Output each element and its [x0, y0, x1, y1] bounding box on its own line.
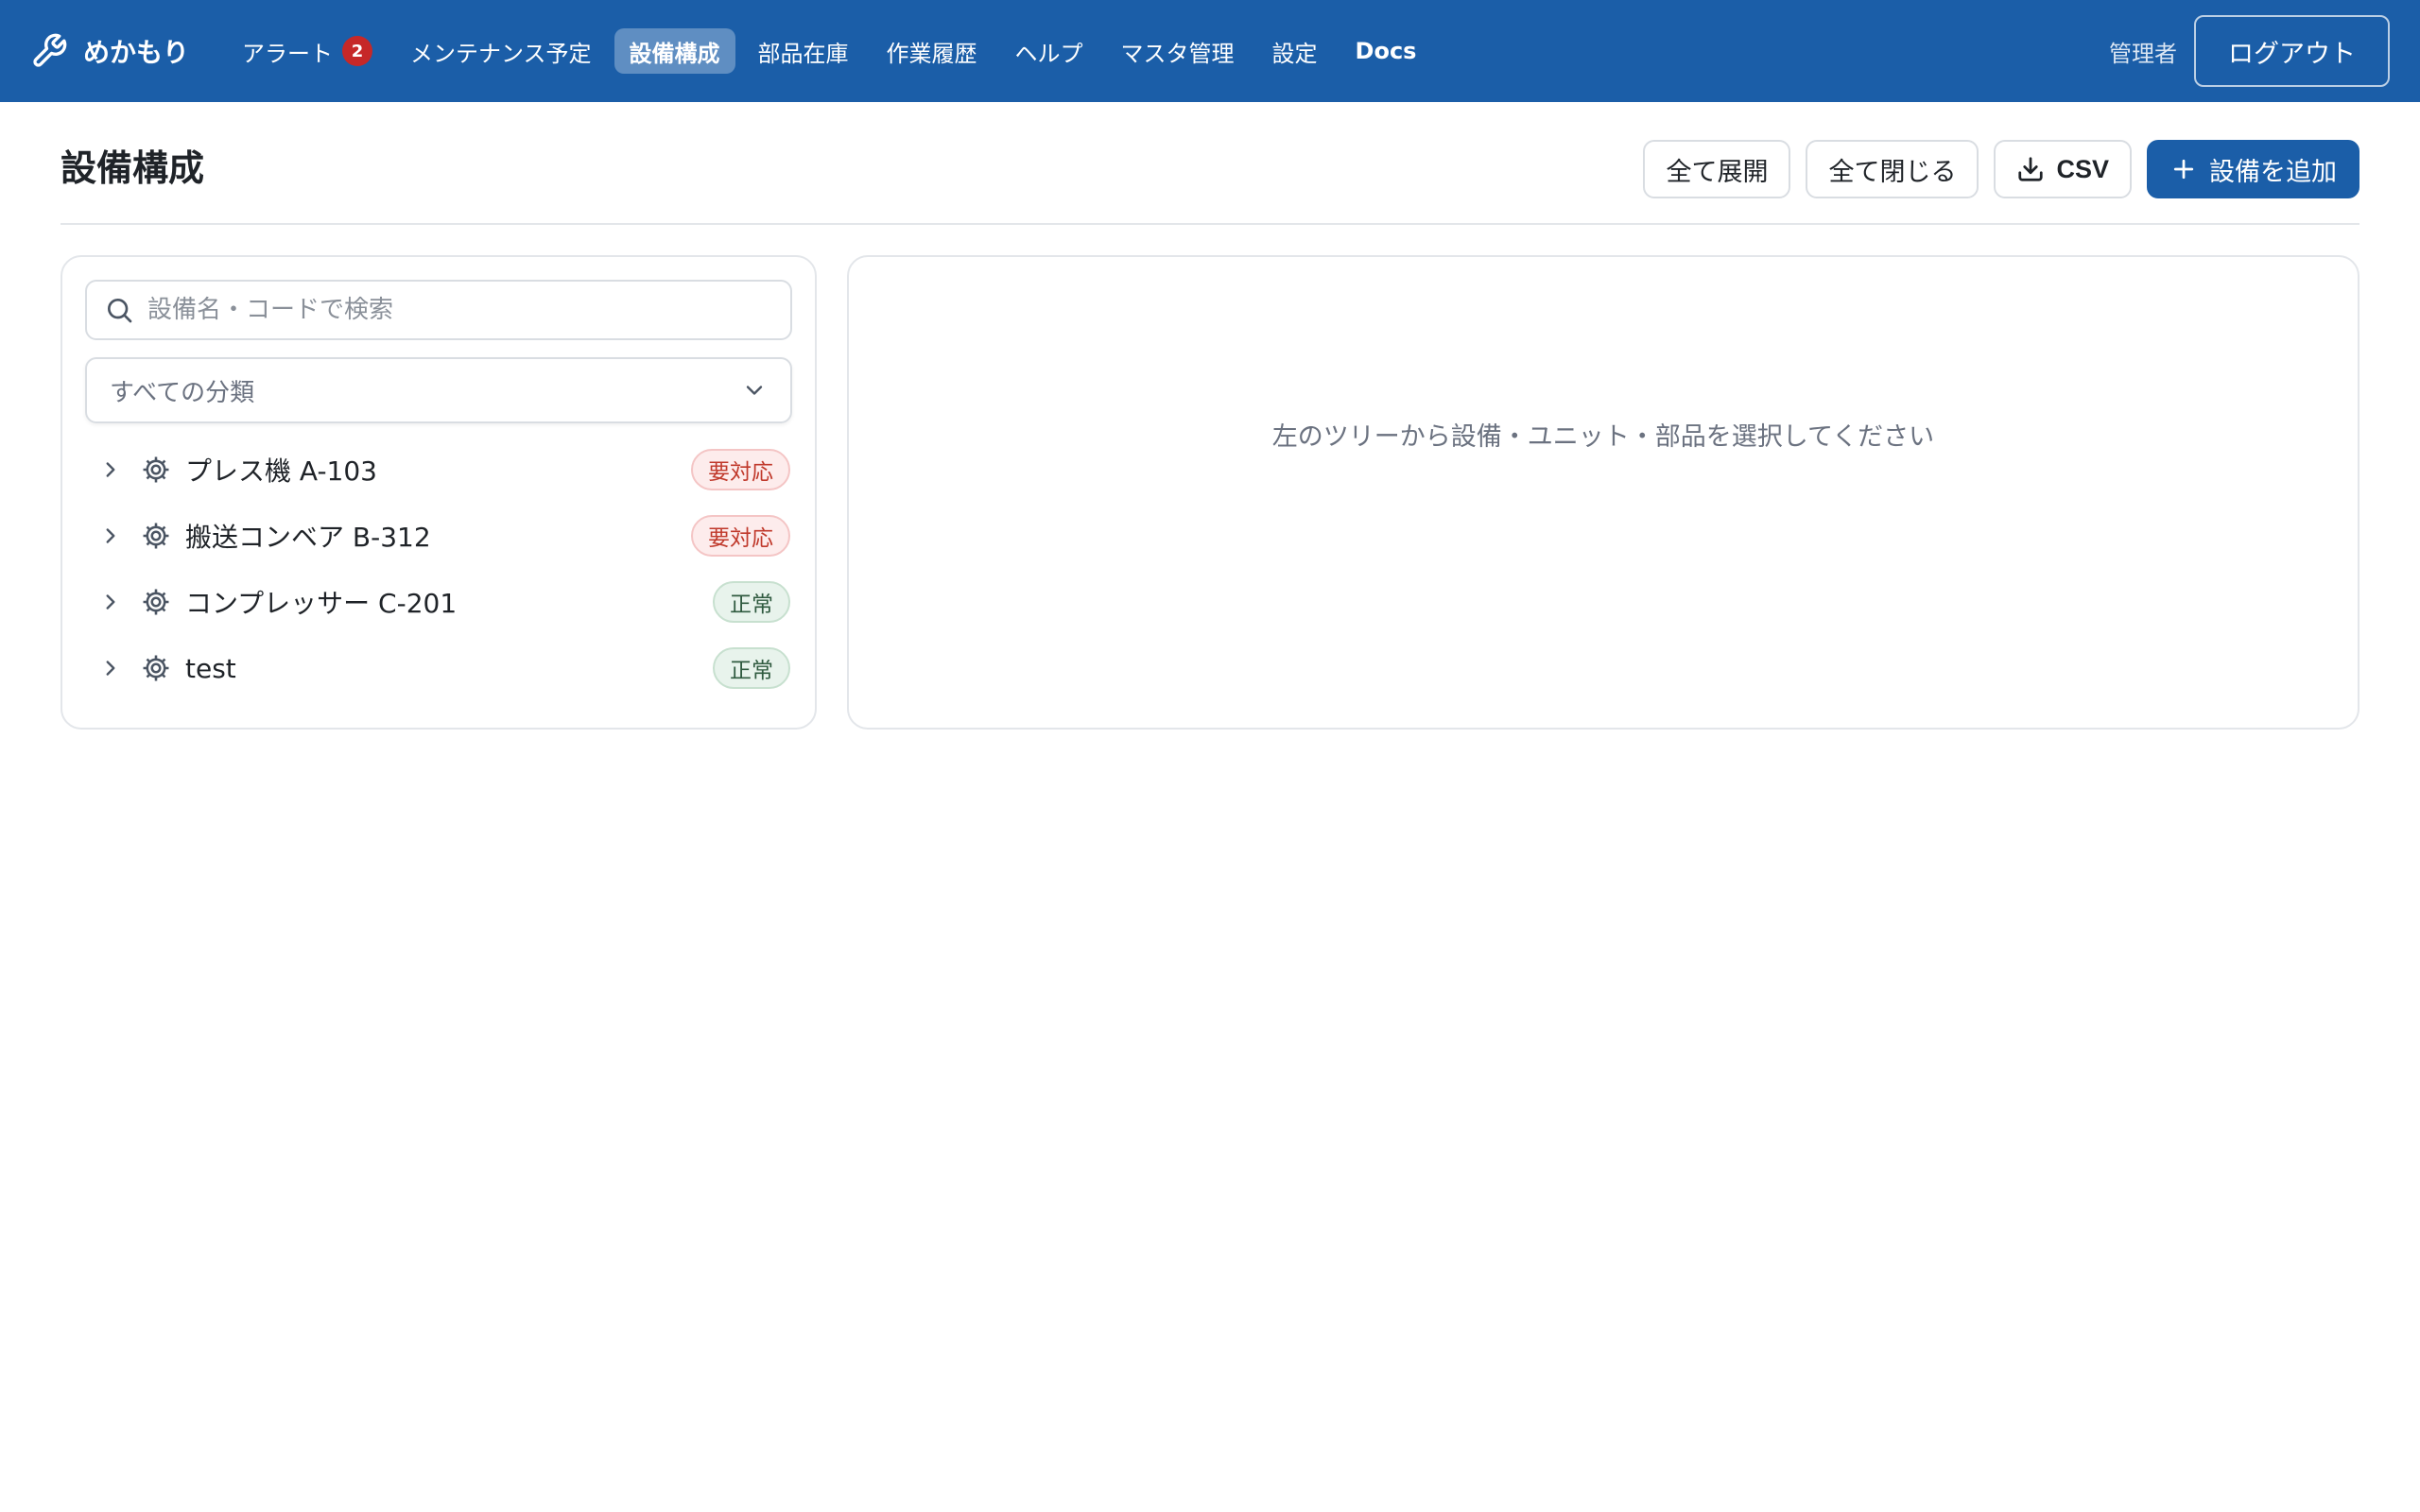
- category-filter-select[interactable]: すべての分類: [85, 357, 792, 423]
- nav-docs[interactable]: Docs: [1340, 28, 1432, 74]
- status-badge: 正常: [713, 581, 790, 623]
- status-badge: 要対応: [691, 515, 790, 557]
- logout-button[interactable]: ログアウト: [2194, 15, 2390, 87]
- header-user-area: 管理者 ログアウト: [2109, 15, 2390, 87]
- alert-count-badge: 2: [342, 36, 373, 66]
- tree-node[interactable]: コンプレッサー C-201 正常: [85, 569, 792, 635]
- gear-icon: [143, 589, 169, 615]
- status-badge: 正常: [713, 647, 790, 689]
- plus-icon: [2173, 159, 2194, 180]
- nav-master-management[interactable]: マスタ管理: [1106, 28, 1250, 74]
- nav-equipment-structure[interactable]: 設備構成: [614, 28, 735, 74]
- expand-all-button[interactable]: 全て展開: [1643, 140, 1791, 198]
- tree-node-label: コンプレッサー C-201: [185, 588, 458, 619]
- download-icon: [2018, 157, 2044, 181]
- nav-maintenance-schedule[interactable]: メンテナンス予定: [395, 28, 607, 74]
- wrench-icon: [33, 33, 67, 67]
- csv-export-button[interactable]: CSV: [1994, 140, 2132, 198]
- collapse-all-button[interactable]: 全て閉じる: [1806, 140, 1979, 198]
- csv-label: CSV: [2056, 154, 2109, 183]
- user-name: 管理者: [2109, 40, 2177, 67]
- nav-settings[interactable]: 設定: [1257, 28, 1333, 74]
- category-filter-value: すべての分類: [110, 378, 255, 407]
- page-title: 設備構成: [60, 147, 205, 189]
- chevron-down-icon: [746, 386, 763, 395]
- nav-alerts[interactable]: アラート 2: [227, 28, 388, 74]
- brand[interactable]: めかもり: [30, 32, 189, 70]
- tree-node[interactable]: 搬送コンベア B-312 要対応: [85, 503, 792, 569]
- tree-node-label: 搬送コンベア B-312: [185, 522, 431, 553]
- gear-icon: [143, 655, 169, 681]
- search-input[interactable]: [147, 296, 773, 324]
- gear-icon: [143, 523, 169, 549]
- nav-parts-inventory[interactable]: 部品在庫: [743, 28, 864, 74]
- detail-placeholder-text: 左のツリーから設備・ユニット・部品を選択してください: [1271, 422, 1935, 452]
- main-nav: アラート 2 メンテナンス予定 設備構成 部品在庫 作業履歴 ヘルプ マスタ管理…: [227, 28, 1431, 74]
- top-navbar: めかもり アラート 2 メンテナンス予定 設備構成 部品在庫 作業履歴 ヘルプ …: [0, 0, 2420, 102]
- tree-node-label: プレス機 A-103: [185, 455, 377, 487]
- equipment-tree-panel: すべての分類 プレス機 A-103 要対応 搬送コンベア B-312 要対応: [60, 255, 817, 730]
- chevron-right-icon[interactable]: [98, 524, 123, 548]
- detail-panel: 左のツリーから設備・ユニット・部品を選択してください: [847, 255, 2360, 730]
- equipment-tree: プレス機 A-103 要対応 搬送コンベア B-312 要対応 コンプレッサー …: [85, 437, 792, 701]
- nav-work-history[interactable]: 作業履歴: [872, 28, 993, 74]
- tree-node-label: test: [185, 652, 236, 684]
- nav-alerts-label: アラート: [242, 40, 334, 67]
- add-equipment-button[interactable]: 設備を追加: [2147, 140, 2360, 198]
- chevron-right-icon[interactable]: [98, 457, 123, 482]
- tree-node[interactable]: test 正常: [85, 635, 792, 701]
- search-icon: [108, 299, 132, 323]
- chevron-right-icon[interactable]: [98, 656, 123, 680]
- status-badge: 要対応: [691, 449, 790, 490]
- add-equipment-label: 設備を追加: [2209, 157, 2337, 186]
- gear-icon: [143, 456, 169, 483]
- tree-node[interactable]: プレス機 A-103 要対応: [85, 437, 792, 503]
- nav-help[interactable]: ヘルプ: [1000, 28, 1098, 74]
- search-box[interactable]: [85, 280, 792, 340]
- chevron-right-icon[interactable]: [98, 590, 123, 614]
- page-header: 設備構成 全て展開 全て閉じる CSV 設備を追加: [60, 140, 2360, 225]
- page-actions: 全て展開 全て閉じる CSV 設備を追加: [1643, 140, 2360, 198]
- app-name: めかもり: [83, 37, 190, 68]
